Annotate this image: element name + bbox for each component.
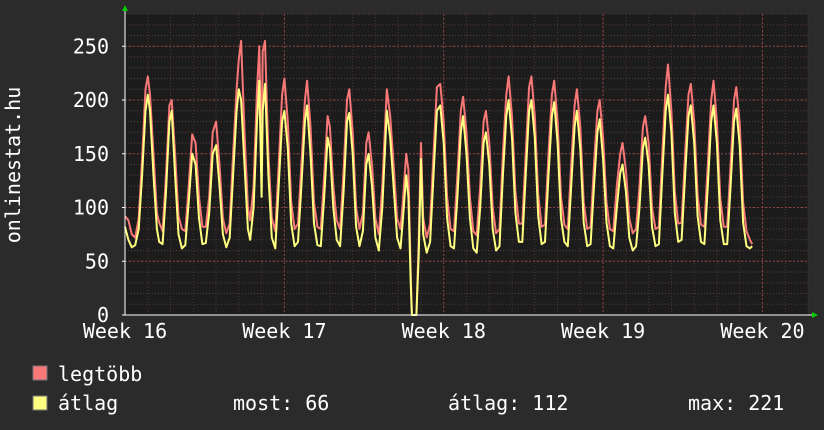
stat-most: most: 66	[233, 391, 329, 415]
stat-atlag: átlag: 112	[448, 391, 568, 415]
y-tick-label: 150	[73, 142, 109, 166]
x-tick-label: Week 18	[402, 319, 486, 343]
legend-swatch-legtobb	[32, 365, 48, 381]
x-tick-label: Week 17	[242, 319, 326, 343]
y-axis-label: onlinestat.hu	[1, 87, 25, 244]
x-tick-label: Week 19	[561, 319, 645, 343]
y-tick-label: 250	[73, 34, 109, 58]
stat-max: max: 221	[688, 391, 784, 415]
x-tick-label: Week 20	[720, 319, 804, 343]
y-tick-label: 200	[73, 88, 109, 112]
x-tick-label: Week 16	[83, 319, 167, 343]
y-tick-label: 100	[73, 196, 109, 220]
legend-swatch-atlag	[32, 395, 48, 411]
stats: most: 66 átlag: 112 max: 221	[233, 391, 784, 415]
y-tick-label: 50	[85, 249, 109, 273]
legend-label-atlag: átlag	[58, 391, 118, 415]
legend-label-legtobb: legtöbb	[58, 362, 142, 386]
chart: 050100150200250 Week 16 Week 17 Week 18 Wee…	[0, 0, 824, 430]
